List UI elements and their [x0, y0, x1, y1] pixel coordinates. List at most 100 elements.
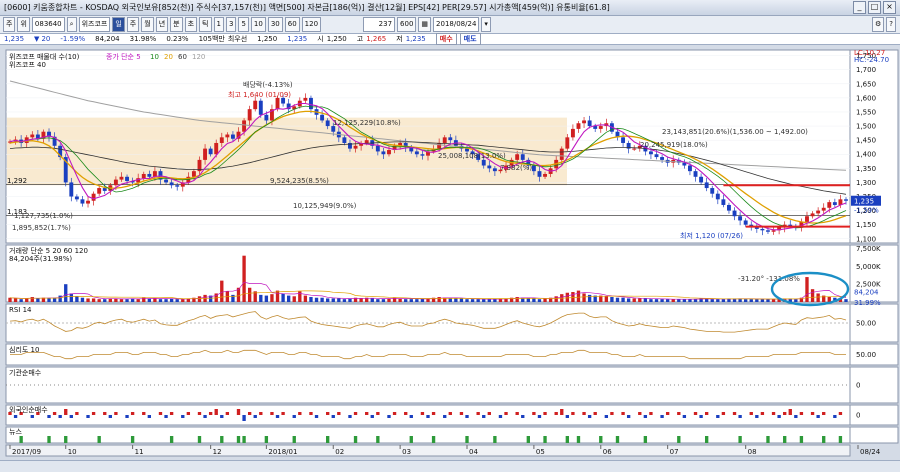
- volume-bar: [270, 294, 274, 302]
- volume-bar: [259, 294, 263, 302]
- foreign-bar: [543, 412, 547, 415]
- volume-bar: [448, 298, 452, 302]
- interval-1-button[interactable]: 1: [213, 17, 224, 32]
- candle-body: [91, 193, 96, 201]
- period-year-button[interactable]: 년: [155, 17, 169, 32]
- calendar-icon[interactable]: ▦: [418, 17, 432, 32]
- period-day-button[interactable]: 일: [112, 17, 125, 32]
- news-bar: [353, 436, 358, 443]
- news-bar: [264, 436, 269, 443]
- volume-bar: [387, 298, 391, 302]
- chevron-down-icon[interactable]: ▾: [481, 17, 491, 32]
- chart-area[interactable]: 1,750 1,700 1,650 1,600 1,550 1,500 1,450 1,400…: [0, 45, 900, 460]
- foreign-bar: [108, 415, 112, 418]
- help-icon[interactable]: ?: [886, 17, 896, 32]
- volume-bar: [671, 299, 675, 302]
- candle-body: [86, 200, 90, 204]
- foreign-bar: [788, 409, 792, 415]
- period-tick-button[interactable]: 틱: [199, 17, 212, 32]
- sell-button[interactable]: 매도: [459, 33, 481, 45]
- foreign-bar: [75, 412, 79, 415]
- interval-5-button[interactable]: 5: [238, 17, 249, 32]
- news-bar: [543, 436, 547, 443]
- candle-body: [515, 154, 520, 160]
- candle-body: [760, 228, 765, 231]
- toolbar-button-sub[interactable]: 위: [17, 17, 30, 32]
- candle-body: [442, 137, 447, 143]
- news-bar: [376, 436, 380, 443]
- candle-body: [559, 148, 564, 160]
- change-value: 20: [41, 35, 51, 43]
- volume-bar: [25, 298, 29, 302]
- candle-body: [832, 202, 837, 205]
- volume-bar: [292, 296, 296, 302]
- period-minute-button[interactable]: 분: [170, 17, 183, 32]
- foreign-bar: [420, 412, 425, 415]
- stock-name-field[interactable]: 위즈코프: [78, 17, 111, 32]
- foreign-bar: [181, 415, 185, 418]
- foreign-bar: [816, 415, 820, 418]
- volume-bar: [348, 298, 352, 302]
- volume-bar: [136, 299, 140, 302]
- volume-last-label: 84,204: [854, 288, 879, 296]
- stock-code-field[interactable]: 083640: [31, 17, 65, 32]
- interval-120-button[interactable]: 120: [301, 17, 322, 32]
- interval-10-button[interactable]: 10: [250, 17, 266, 32]
- candle-body: [125, 176, 129, 182]
- candle-body: [258, 100, 263, 115]
- volume-bar: [19, 299, 23, 302]
- period-second-button[interactable]: 초: [184, 17, 198, 32]
- candle-body: [805, 216, 809, 222]
- x-tick-label: 02: [335, 448, 344, 456]
- settings-icon[interactable]: ⚙: [872, 17, 885, 32]
- toolbar-button-main[interactable]: 주: [3, 17, 16, 32]
- volume-bar: [309, 297, 313, 302]
- search-icon[interactable]: ⌕: [66, 17, 77, 32]
- news-bar: [738, 436, 742, 443]
- interval-60-button[interactable]: 60: [284, 17, 300, 32]
- volume-bar: [482, 299, 486, 302]
- foreign-bar: [443, 415, 447, 418]
- foreign-bar: [365, 412, 369, 415]
- volume-bar: [8, 297, 12, 302]
- price-tick-label: 1,350: [856, 165, 876, 173]
- foreign-bar: [459, 412, 464, 415]
- period-month-button[interactable]: 월: [141, 17, 154, 32]
- volume-bar: [13, 298, 18, 302]
- maximize-button[interactable]: □: [868, 1, 881, 14]
- volume-bar: [755, 299, 759, 302]
- candle-body: [420, 154, 425, 156]
- turnover-rate: 0.23%: [166, 35, 189, 43]
- current-price: 1,235: [4, 35, 25, 43]
- stock-chart-svg[interactable]: 1,7501,7001,6501,6001,5501,5001,4501,400…: [0, 45, 900, 460]
- volume-bar: [515, 297, 519, 302]
- candle-body: [598, 126, 603, 129]
- candle-body: [810, 213, 815, 217]
- close-button[interactable]: ×: [883, 1, 896, 14]
- candle-body: [208, 148, 213, 155]
- price-tick-label: 1,100: [856, 235, 876, 243]
- volume-bar: [298, 291, 302, 302]
- foreign-bar: [777, 415, 781, 418]
- date-field[interactable]: 2018/08/24: [433, 17, 480, 32]
- interval-3-button[interactable]: 3: [225, 17, 237, 32]
- interval-30-button[interactable]: 30: [267, 17, 283, 32]
- candle-body: [582, 120, 587, 124]
- x-tick-label: 2018/01: [268, 448, 297, 456]
- foreign-bar: [197, 412, 202, 415]
- foreign-bar: [799, 412, 804, 415]
- price-legend-title: 위즈코프 매물대 수(10): [9, 53, 80, 61]
- volume-bar: [744, 299, 748, 302]
- foreign-bar: [626, 415, 631, 418]
- count-field[interactable]: 237: [363, 17, 396, 32]
- candle-body: [593, 126, 598, 129]
- candle-body: [487, 165, 492, 169]
- foreign-bar: [326, 412, 330, 415]
- price-legend-item: 10: [150, 53, 159, 61]
- volume-bar: [36, 298, 40, 302]
- news-bar: [64, 436, 68, 443]
- period-week-button[interactable]: 주: [126, 17, 140, 32]
- foreign-bar: [593, 412, 597, 415]
- minimize-button[interactable]: _: [853, 1, 866, 14]
- buy-button[interactable]: 매수: [435, 33, 457, 45]
